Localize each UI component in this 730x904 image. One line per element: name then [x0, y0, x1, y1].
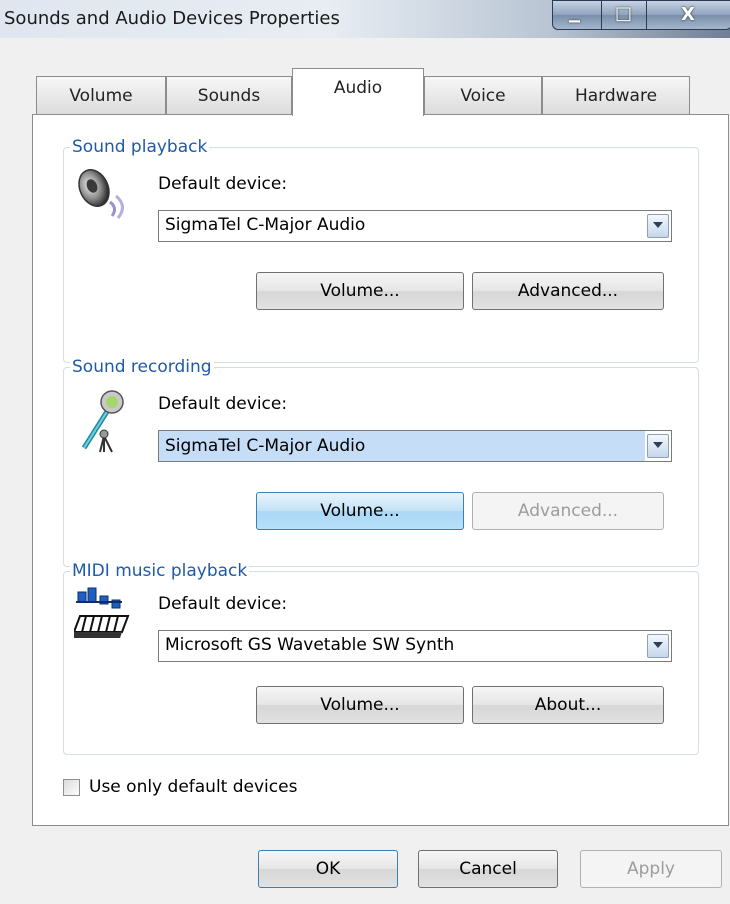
- midi-device-value: Microsoft GS Wavetable SW Synth: [165, 635, 455, 655]
- recording-device-value: SigmaTel C-Major Audio: [159, 431, 645, 461]
- use-default-only-label[interactable]: Use only default devices: [89, 777, 297, 797]
- maximize-icon: □: [615, 3, 633, 24]
- microphone-icon: [81, 390, 124, 453]
- minimize-icon: ▁: [569, 7, 580, 23]
- minimize-button[interactable]: ▁: [552, 0, 602, 30]
- sound-playback-title: Sound playback: [70, 137, 210, 157]
- tab-sounds[interactable]: Sounds: [166, 76, 292, 114]
- speaker-icon: [78, 169, 124, 219]
- playback-default-device-label: Default device:: [158, 174, 288, 194]
- close-icon: X: [681, 4, 695, 25]
- ok-button[interactable]: OK: [258, 850, 398, 888]
- audio-tab-panel: Sound playback Default device: SigmaTel …: [32, 114, 729, 826]
- playback-device-select[interactable]: SigmaTel C-Major Audio: [158, 210, 672, 242]
- recording-device-select[interactable]: SigmaTel C-Major Audio: [158, 430, 672, 462]
- tab-volume[interactable]: Volume: [36, 76, 166, 114]
- midi-about-button[interactable]: About...: [472, 686, 664, 724]
- chevron-down-icon[interactable]: [647, 434, 669, 458]
- sound-recording-group: Sound recording Default device: SigmaTel…: [63, 357, 699, 567]
- midi-device-select[interactable]: Microsoft GS Wavetable SW Synth: [158, 630, 672, 662]
- cancel-button[interactable]: Cancel: [418, 850, 558, 888]
- window-controls: ▁ □ X: [552, 0, 730, 30]
- properties-dialog: Sounds and Audio Devices Properties ▁ □ …: [0, 0, 730, 904]
- playback-device-value: SigmaTel C-Major Audio: [165, 215, 366, 235]
- midi-volume-button[interactable]: Volume...: [256, 686, 464, 724]
- playback-advanced-button[interactable]: Advanced...: [472, 272, 664, 310]
- title-bar[interactable]: Sounds and Audio Devices Properties ▁ □ …: [0, 0, 730, 38]
- midi-default-device-label: Default device:: [158, 594, 288, 614]
- recording-advanced-button[interactable]: Advanced...: [472, 492, 664, 530]
- tab-audio[interactable]: Audio: [292, 68, 424, 116]
- window-title: Sounds and Audio Devices Properties: [4, 8, 340, 29]
- maximize-button[interactable]: □: [601, 0, 647, 30]
- midi-playback-group: MIDI music playback Default device: Micr…: [63, 561, 699, 755]
- apply-button[interactable]: Apply: [580, 850, 722, 888]
- sound-playback-group: Sound playback Default device: SigmaTel …: [63, 137, 699, 363]
- tab-voice[interactable]: Voice: [424, 76, 542, 114]
- midi-playback-title: MIDI music playback: [70, 561, 250, 581]
- use-default-only-checkbox[interactable]: [63, 779, 80, 796]
- chevron-down-icon[interactable]: [647, 634, 669, 658]
- close-button[interactable]: X: [646, 0, 730, 30]
- recording-default-device-label: Default device:: [158, 394, 288, 414]
- sound-recording-title: Sound recording: [70, 357, 214, 377]
- midi-keyboard-icon: [74, 587, 130, 638]
- playback-volume-button[interactable]: Volume...: [256, 272, 464, 310]
- tab-hardware[interactable]: Hardware: [542, 76, 690, 114]
- chevron-down-icon[interactable]: [647, 214, 669, 238]
- recording-volume-button[interactable]: Volume...: [256, 492, 464, 530]
